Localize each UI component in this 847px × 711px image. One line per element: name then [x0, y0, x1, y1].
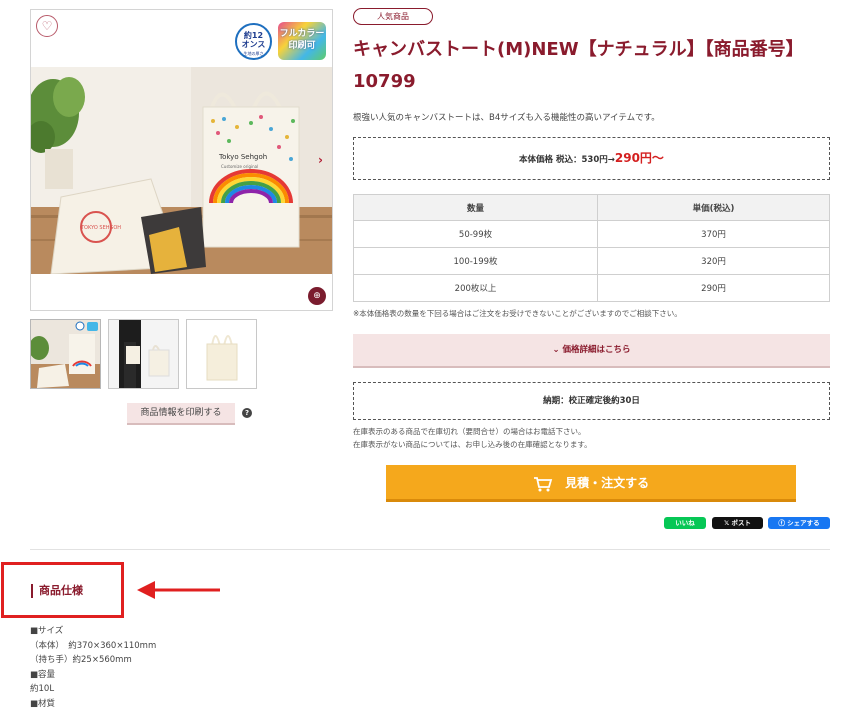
x-post-label: ポスト: [731, 519, 752, 527]
price-label: 本体価格 税込：530円→: [519, 155, 615, 165]
table-cell-quantity: 200枚以上: [352, 274, 599, 302]
facebook-logo-icon: ⓕ: [778, 519, 788, 527]
stock-note-line-2: 在庫表示がない商品については、お申し込み後の在庫確認となります。: [353, 440, 592, 449]
table-cell-price: 290円: [597, 274, 830, 302]
x-logo-icon: 𝕏: [724, 519, 732, 527]
thumbnail-1[interactable]: [30, 319, 101, 389]
table-row: 200枚以上 290円: [352, 274, 830, 302]
facebook-share-button[interactable]: ⓕ シェアする: [768, 517, 830, 529]
product-title: キャンバストート(M)NEW【ナチュラル】【商品番号】10799: [353, 39, 804, 92]
ounce-badge-line3: 生地の厚さ: [243, 51, 264, 56]
price-value: 290円〜: [614, 151, 664, 165]
zoom-icon[interactable]: ⊕: [308, 287, 326, 305]
table-note: ※本体価格表の数量を下回る場合はご注文をお受けできないことがございますのでご相談…: [353, 309, 682, 318]
table-cell-price: 370円: [597, 220, 830, 248]
table-cell-quantity: 100-199枚: [352, 247, 599, 275]
quantity-price-table: 数量 単価(税込) 50-99枚 370円 100-199枚 320円 200枚…: [352, 194, 830, 302]
table-header-quantity: 数量: [352, 194, 599, 221]
spec-list: ■サイズ （本体） 約370×360×110mm （持ち手）約25×560mm …: [30, 624, 156, 711]
table-cell-price: 320円: [597, 247, 830, 275]
order-button-label: 見積・注文する: [565, 476, 650, 490]
stock-note: 在庫表示のある商品で在庫切れ（要問合せ）の場合はお電話下さい。 在庫表示がない商…: [353, 425, 592, 451]
table-row: 50-99枚 370円: [352, 220, 830, 248]
price-box: 本体価格 税込：530円→290円〜: [353, 137, 830, 180]
thumbnail-3-image: [187, 320, 256, 388]
next-image-arrow-icon[interactable]: ›: [318, 153, 323, 167]
popular-tag: 人気商品: [353, 8, 433, 25]
table-row: 100-199枚 320円: [352, 247, 830, 275]
fullcolor-badge: フルカラー 印刷可: [278, 22, 326, 60]
table-cell-quantity: 50-99枚: [352, 220, 599, 248]
facebook-share-label: シェアする: [787, 519, 820, 527]
thumbnail-1-image: [31, 320, 100, 388]
spec-line: ■容量: [30, 669, 56, 680]
price-detail-button[interactable]: ⌄ 価格詳細はこちら: [353, 334, 830, 368]
thumbnail-2-image: [109, 320, 178, 388]
main-product-image[interactable]: Tokyo Sehgoh Customize original TOKYO SE…: [30, 9, 333, 311]
fullcolor-badge-line1: フルカラー: [279, 29, 325, 39]
thumbnail-2[interactable]: [108, 319, 179, 389]
ounce-badge-line2: オンス: [241, 40, 266, 49]
spec-line: ■サイズ: [30, 626, 64, 636]
fullcolor-badge-line2: 印刷可: [288, 41, 316, 51]
order-button[interactable]: 見積・注文する: [386, 465, 796, 502]
red-arrow-icon: [137, 581, 220, 599]
product-photo: Tokyo Sehgoh Customize original TOKYO SE…: [31, 67, 332, 274]
x-post-button[interactable]: 𝕏 ポスト: [712, 517, 763, 529]
table-header-unit-price: 単価(税込): [597, 194, 830, 221]
spec-line: （持ち手）約25×560mm: [30, 655, 132, 666]
spec-line: ■材質: [30, 698, 56, 709]
delivery-box: 納期：校正確定後約30日: [353, 382, 830, 420]
product-description: 根強い人気のキャンバストートは、B4サイズも入る機能性の高いアイテムです。: [353, 113, 660, 123]
spec-heading: 商品仕様: [31, 584, 83, 598]
price-detail-label: 価格詳細はこちら: [562, 345, 631, 355]
help-icon[interactable]: ?: [242, 408, 252, 418]
bag-sub-text: Customize original: [221, 164, 258, 169]
print-info-button[interactable]: 商品情報を印刷する: [127, 403, 235, 425]
chevron-down-circle-icon: ⌄: [552, 345, 560, 355]
cart-icon: [533, 476, 553, 491]
bag-mark-text: TOKYO SEHGOH: [80, 225, 121, 231]
stock-note-line-1: 在庫表示のある商品で在庫切れ（要問合せ）の場合はお電話下さい。: [353, 427, 586, 436]
favorite-heart-icon[interactable]: ♡: [36, 15, 58, 37]
line-share-button[interactable]: いいね: [664, 517, 706, 529]
thumbnail-3[interactable]: [186, 319, 257, 389]
spec-line: 約10L: [30, 684, 55, 695]
ounce-badge-line1: 約12: [243, 31, 264, 40]
section-divider: [30, 549, 830, 550]
ounce-badge: 約12 オンス 生地の厚さ: [235, 23, 272, 60]
table-header-row: 数量 単価(税込): [352, 194, 830, 221]
bag-brand-text: Tokyo Sehgoh: [218, 153, 267, 161]
spec-line: （本体） 約370×360×110mm: [30, 640, 157, 651]
